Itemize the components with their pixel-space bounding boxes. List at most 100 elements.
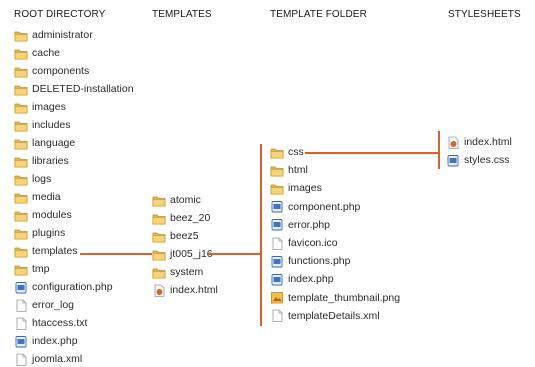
folder-icon xyxy=(14,209,32,222)
folder-item-html[interactable]: html xyxy=(270,162,308,178)
folder-item-css[interactable]: css xyxy=(270,144,304,160)
item-label: libraries xyxy=(32,155,69,167)
php-file-icon xyxy=(270,218,288,231)
item-label: templateDetails.xml xyxy=(288,309,380,322)
folder-item-deleted-installation[interactable]: DELETED-installation xyxy=(14,81,134,97)
connector-templates-to-jt005 xyxy=(80,253,152,255)
file-item-index-php[interactable]: index.php xyxy=(270,271,334,287)
folder-icon xyxy=(152,266,170,279)
folder-item-system[interactable]: system xyxy=(152,264,203,280)
folder-item-beez-20[interactable]: beez_20 xyxy=(152,210,210,226)
php-file-icon xyxy=(14,335,32,348)
file-item-joomla-xml[interactable]: joomla.xml xyxy=(14,351,82,367)
item-label: images xyxy=(288,182,322,195)
folder-icon xyxy=(14,47,32,60)
folder-item-images[interactable]: images xyxy=(14,99,66,115)
item-label: includes xyxy=(32,119,71,131)
item-label: DELETED-installation xyxy=(32,83,134,95)
file-item-index-html[interactable]: index.html xyxy=(152,282,218,298)
css-file-icon xyxy=(446,154,464,167)
item-label: error.php xyxy=(288,218,331,231)
blank-file-icon xyxy=(270,237,288,250)
folder-item-images[interactable]: images xyxy=(270,180,322,196)
folder-icon xyxy=(14,65,32,78)
header-templates: TEMPLATES xyxy=(152,9,212,20)
folder-icon xyxy=(14,155,32,168)
folder-icon xyxy=(14,29,32,42)
file-item-functions-php[interactable]: functions.php xyxy=(270,253,350,269)
folder-icon xyxy=(14,83,32,96)
folder-icon xyxy=(14,245,32,258)
item-label: images xyxy=(32,101,66,113)
file-item-component-php[interactable]: component.php xyxy=(270,199,360,215)
item-label: plugins xyxy=(32,227,66,239)
folder-item-cache[interactable]: cache xyxy=(14,45,60,61)
file-item-htaccess-txt[interactable]: htaccess.txt xyxy=(14,315,87,331)
item-label: modules xyxy=(32,209,72,221)
folder-item-atomic[interactable]: atomic xyxy=(152,192,201,208)
image-file-icon xyxy=(270,291,288,304)
folder-icon xyxy=(14,101,32,114)
item-label: templates xyxy=(32,245,78,257)
item-label: beez5 xyxy=(170,230,199,242)
item-label: component.php xyxy=(288,200,361,213)
blank-file-icon xyxy=(14,299,32,312)
item-label: configuration.php xyxy=(32,281,113,293)
folder-item-logs[interactable]: logs xyxy=(14,171,51,187)
folder-icon xyxy=(270,146,288,159)
folder-item-media[interactable]: media xyxy=(14,189,61,205)
folder-item-libraries[interactable]: libraries xyxy=(14,153,69,169)
item-label: logs xyxy=(32,173,52,185)
folder-item-beez5[interactable]: beez5 xyxy=(152,228,199,244)
item-label: media xyxy=(32,191,61,203)
connector-jt005-to-folder xyxy=(208,253,260,255)
folder-item-components[interactable]: components xyxy=(14,63,89,79)
item-label: tmp xyxy=(32,263,50,275)
folder-item-jt005-j16[interactable]: jt005_j16 xyxy=(152,246,213,262)
folder-icon xyxy=(270,182,288,195)
folder-icon xyxy=(152,230,170,243)
item-label: beez_20 xyxy=(170,212,211,224)
blank-file-icon xyxy=(270,309,288,323)
blank-file-icon xyxy=(14,317,32,330)
folder-item-plugins[interactable]: plugins xyxy=(14,225,65,241)
html-file-icon xyxy=(152,284,170,297)
file-item-styles-css[interactable]: styles.css xyxy=(446,152,510,168)
file-item-error-log[interactable]: error_log xyxy=(14,297,74,313)
folder-item-modules[interactable]: modules xyxy=(14,207,72,223)
folder-item-language[interactable]: language xyxy=(14,135,75,151)
item-label: cache xyxy=(32,47,61,59)
php-file-icon xyxy=(270,200,288,213)
header-template-folder: TEMPLATE FOLDER xyxy=(270,9,367,20)
file-item-configuration-php[interactable]: configuration.php xyxy=(14,279,113,295)
item-label: css xyxy=(288,146,304,158)
item-label: template_thumbnail.png xyxy=(288,291,401,304)
item-label: index.php xyxy=(32,335,78,347)
item-label: administrator xyxy=(32,29,93,41)
item-label: error_log xyxy=(32,299,75,311)
folder-icon xyxy=(14,227,32,240)
blank-file-icon xyxy=(14,353,32,366)
file-item-templatedetails-xml[interactable]: templateDetails.xml xyxy=(270,308,380,324)
folder-item-administrator[interactable]: administrator xyxy=(14,27,93,43)
file-item-template-thumbnail-png[interactable]: template_thumbnail.png xyxy=(270,290,400,306)
folder-icon xyxy=(14,191,32,204)
item-label: favicon.ico xyxy=(288,237,338,249)
item-label: index.html xyxy=(170,284,218,296)
item-label: functions.php xyxy=(288,255,351,268)
php-file-icon xyxy=(270,273,288,286)
item-label: language xyxy=(32,137,76,149)
file-item-favicon-ico[interactable]: favicon.ico xyxy=(270,235,338,251)
file-item-error-php[interactable]: error.php xyxy=(270,217,330,233)
item-label: joomla.xml xyxy=(32,353,83,365)
item-label: jt005_j16 xyxy=(170,248,213,260)
folder-icon xyxy=(152,212,170,225)
file-item-index-html[interactable]: index.html xyxy=(446,134,512,150)
folder-item-templates[interactable]: templates xyxy=(14,243,78,259)
folder-icon xyxy=(152,194,170,207)
file-item-index-php[interactable]: index.php xyxy=(14,333,78,349)
connector-folder-bracket xyxy=(260,144,262,326)
folder-item-tmp[interactable]: tmp xyxy=(14,261,50,277)
folder-item-includes[interactable]: includes xyxy=(14,117,71,133)
item-label: atomic xyxy=(170,194,201,206)
